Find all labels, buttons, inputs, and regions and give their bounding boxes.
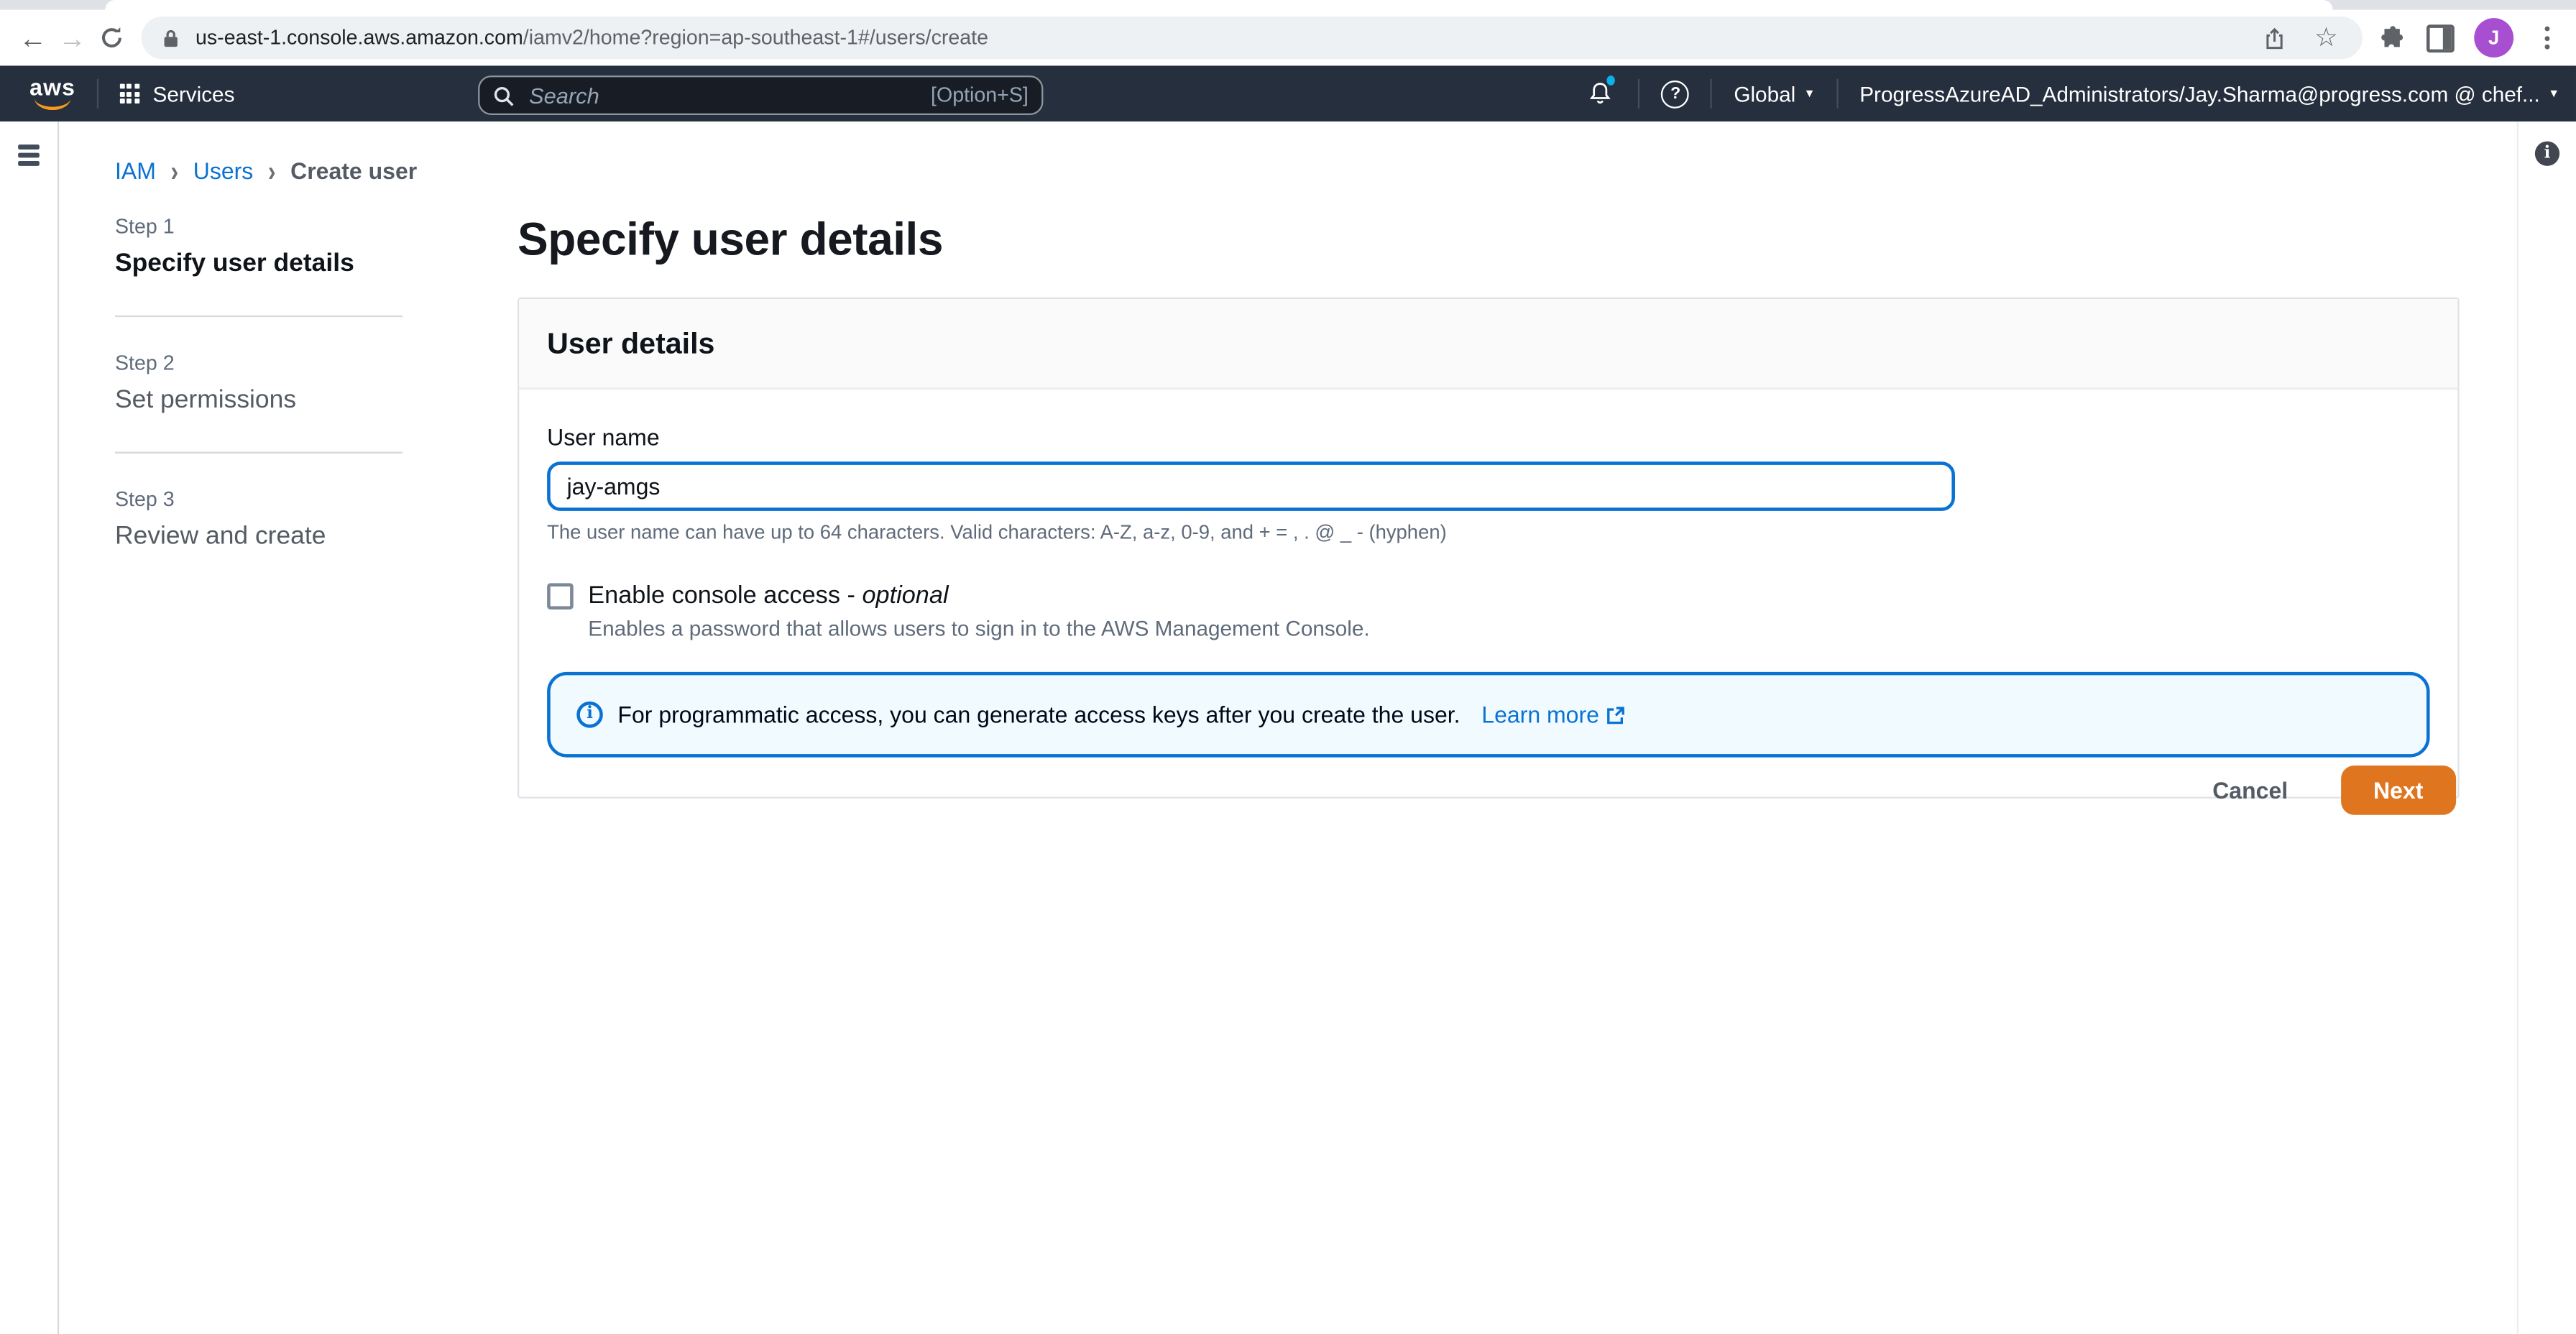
- browser-actions: J: [2379, 18, 2576, 58]
- cancel-button[interactable]: Cancel: [2202, 776, 2297, 805]
- search-icon: [494, 86, 514, 106]
- page-title: Specify user details: [517, 213, 944, 264]
- side-panel-icon[interactable]: [2426, 24, 2455, 52]
- bookmark-star-icon: ☆: [2314, 24, 2338, 53]
- step-title: Set permissions: [114, 386, 297, 414]
- chevron-down-icon: ▼: [2548, 88, 2560, 100]
- console-access-desc: Enables a password that allows users to …: [588, 616, 1370, 641]
- divider: [1711, 78, 1713, 109]
- step-number: Step 2: [114, 351, 175, 375]
- url-path: /iamv2/home?region=ap-southeast-1#/users…: [523, 26, 988, 50]
- breadcrumb-link-iam[interactable]: IAM: [115, 157, 156, 184]
- breadcrumb-current: Create user: [290, 157, 418, 184]
- share-button[interactable]: [2254, 18, 2294, 58]
- browser-avatar[interactable]: J: [2474, 18, 2514, 58]
- divider: [96, 78, 99, 109]
- back-button[interactable]: ←: [13, 15, 52, 61]
- step-item: Step 1 Specify user details: [115, 215, 402, 279]
- divider: [1836, 78, 1839, 109]
- username-input[interactable]: [547, 461, 1955, 511]
- info-icon: i: [576, 701, 603, 728]
- reload-icon: [101, 27, 121, 48]
- nav-search[interactable]: [Option+S]: [478, 75, 1044, 115]
- breadcrumb-separator-icon: ›: [170, 154, 179, 188]
- aws-top-nav: aws Services [Option+S] ? Global ▼: [0, 65, 2576, 122]
- notification-dot: [1607, 75, 1616, 86]
- divider: [114, 315, 402, 318]
- browser-toolbar: ← → us-east-1.console.aws.amazon.com/iam…: [0, 9, 2576, 66]
- divider: [114, 451, 402, 454]
- search-shortcut: [Option+S]: [931, 83, 1029, 107]
- browser-menu-icon[interactable]: [2534, 26, 2560, 50]
- breadcrumb-link-users[interactable]: Users: [193, 157, 254, 184]
- chevron-down-icon: ▼: [1803, 88, 1816, 100]
- notifications-button[interactable]: [1584, 75, 1617, 110]
- hamburger-menu-icon[interactable]: [18, 144, 58, 165]
- tab-strip: [0, 0, 2576, 10]
- learn-more-link[interactable]: Learn more: [1481, 702, 1627, 728]
- account-menu[interactable]: ProgressAzureAD_Administrators/Jay.Sharm…: [1859, 81, 2559, 106]
- console-access-label: Enable console access - optional: [588, 581, 949, 610]
- user-details-card: User details User name The user name can…: [517, 297, 2460, 799]
- alert-text: For programmatic access, you can generat…: [617, 701, 1460, 728]
- screen: ← → us-east-1.console.aws.amazon.com/iam…: [0, 0, 2576, 1334]
- aws-logo[interactable]: aws: [29, 75, 75, 111]
- help-icon[interactable]: ?: [1661, 79, 1690, 108]
- url-text: us-east-1.console.aws.amazon.com/iamv2/h…: [196, 27, 2241, 50]
- divider: [1638, 78, 1641, 109]
- card-header: User details: [519, 298, 2458, 390]
- wizard-actions: Cancel Next: [518, 765, 2457, 815]
- share-icon: [2266, 27, 2282, 48]
- card-title: User details: [547, 326, 715, 360]
- search-input[interactable]: [525, 81, 932, 109]
- card-body: User name The user name can have up to 6…: [519, 390, 2457, 797]
- region-selector[interactable]: Global ▼: [1734, 81, 1815, 106]
- bookmark-button[interactable]: ☆: [2306, 18, 2346, 58]
- step-number: Step 1: [114, 215, 175, 239]
- forward-button[interactable]: →: [52, 15, 92, 61]
- step-title: Specify user details: [114, 249, 354, 278]
- services-label: Services: [152, 81, 235, 106]
- console-access-checkbox[interactable]: [547, 582, 574, 609]
- url-domain: us-east-1.console.aws.amazon.com: [195, 26, 523, 50]
- extensions-icon[interactable]: [2379, 24, 2407, 52]
- active-tab[interactable]: [105, 0, 2333, 10]
- lock-icon: [164, 29, 178, 46]
- nav-right-cluster: ? Global ▼ ProgressAzureAD_Administrator…: [1584, 65, 2576, 121]
- left-rail: [0, 121, 60, 1334]
- breadcrumb-separator-icon: ›: [267, 154, 276, 188]
- step-item: Step 3 Review and create: [115, 488, 402, 552]
- console-access-row: Enable console access - optional: [547, 581, 2429, 610]
- next-button[interactable]: Next: [2340, 765, 2457, 815]
- help-panel-rail: i: [2516, 121, 2576, 1334]
- external-link-icon: [1608, 706, 1625, 724]
- wizard-steps: Step 1 Specify user details Step 2 Set p…: [114, 215, 402, 552]
- step-item: Step 2 Set permissions: [115, 351, 402, 415]
- step-number: Step 3: [114, 487, 175, 511]
- aws-smile-icon: [34, 97, 71, 111]
- optional-label: optional: [862, 581, 949, 610]
- info-alert: i For programmatic access, you can gener…: [547, 671, 2430, 758]
- username-help: The user name can have up to 64 characte…: [547, 520, 1447, 544]
- page-content: IAM › Users › Create user Step 1 Specify…: [59, 121, 2517, 1334]
- step-title: Review and create: [114, 522, 326, 551]
- breadcrumb: IAM › Users › Create user: [115, 155, 418, 188]
- reload-button[interactable]: [92, 15, 132, 61]
- services-grid-icon: [119, 83, 140, 104]
- help-panel-toggle[interactable]: i: [2534, 141, 2560, 166]
- services-menu[interactable]: Services: [119, 81, 235, 106]
- url-bar[interactable]: us-east-1.console.aws.amazon.com/iamv2/h…: [141, 16, 2363, 60]
- username-label: User name: [547, 423, 660, 451]
